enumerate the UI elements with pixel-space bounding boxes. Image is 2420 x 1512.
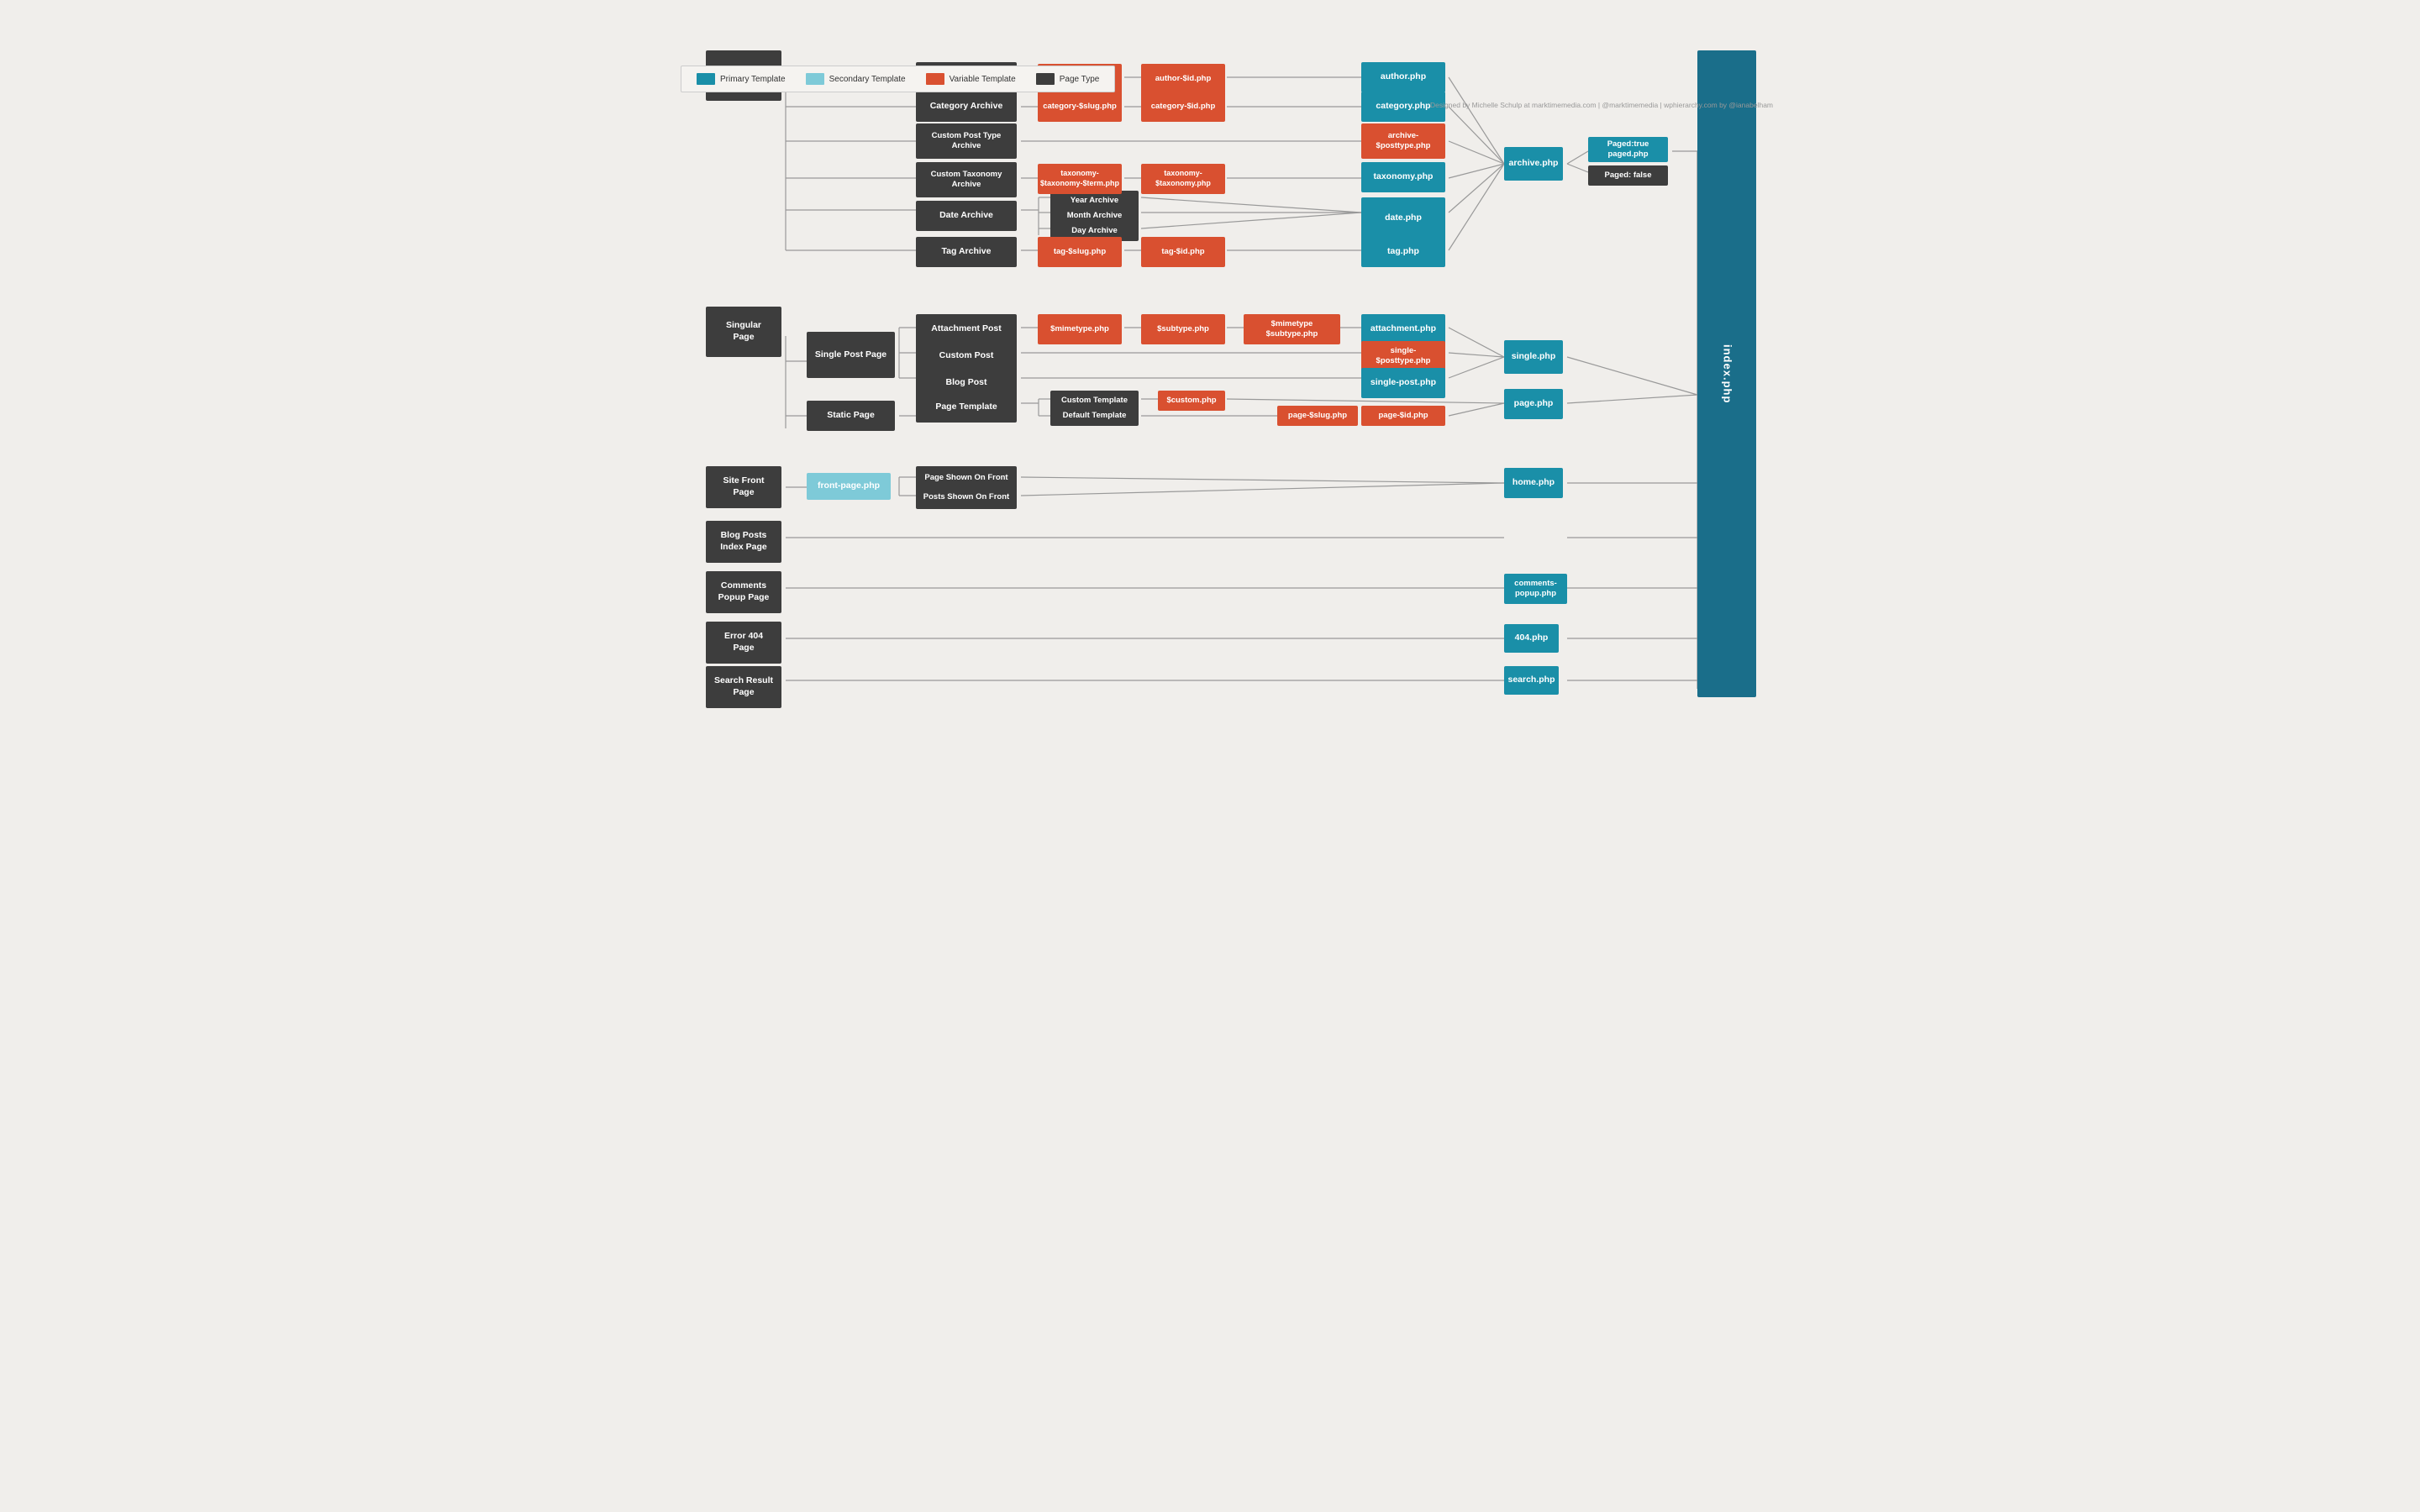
legend-pagetype-box <box>1036 73 1055 85</box>
custom-php-node: $custom.php <box>1158 391 1225 411</box>
custom-post-node: Custom Post <box>916 341 1017 371</box>
category-id-node: category-$id.php <box>1141 92 1225 122</box>
index-php-node: index.php <box>1697 50 1756 697</box>
page-php-node: page.php <box>1504 389 1563 419</box>
comments-popup-page-node: CommentsPopup Page <box>706 571 781 613</box>
legend-primary-box <box>697 73 715 85</box>
tag-archive-node: Tag Archive <box>916 237 1017 267</box>
search-php-node: search.php <box>1504 666 1559 695</box>
page-template-node: Page Template <box>916 392 1017 423</box>
category-slug-node: category-$slug.php <box>1038 92 1122 122</box>
legend-pagetype-label: Page Type <box>1060 75 1100 84</box>
archive-posttype-node: archive-$posttype.php <box>1361 123 1445 159</box>
front-page-php-node: front-page.php <box>807 473 891 500</box>
date-archive-node: Date Archive <box>916 201 1017 231</box>
site-front-page-node: Site FrontPage <box>706 466 781 508</box>
taxonomy-php-node: taxonomy.php <box>1361 162 1445 192</box>
attachment-post-node: Attachment Post <box>916 314 1017 344</box>
footer-attribution: Designed by Michelle Schulp at marktimem… <box>1430 101 1773 109</box>
error-404-php-node: 404.php <box>1504 624 1559 653</box>
page-id-node: page-$id.php <box>1361 406 1445 426</box>
single-post-page-node: Single Post Page <box>807 332 895 378</box>
custom-post-type-archive-node: Custom Post Type Archive <box>916 123 1017 159</box>
legend-pagetype: Page Type <box>1036 73 1100 85</box>
static-page-node: Static Page <box>807 401 895 431</box>
author-php-node: author.php <box>1361 62 1445 92</box>
blog-posts-index-node: Blog PostsIndex Page <box>706 521 781 563</box>
mimetype-node: $mimetype.php <box>1038 314 1122 344</box>
taxonomy-taxonomy-node: taxonomy-$taxonomy.php <box>1141 164 1225 194</box>
mimetype-subtype-node: $mimetype$subtype.php <box>1244 314 1340 344</box>
singular-page-node: SingularPage <box>706 307 781 357</box>
legend-secondary-label: Secondary Template <box>829 75 906 84</box>
tag-php-node: tag.php <box>1361 237 1445 267</box>
home-php-node: home.php <box>1504 468 1563 498</box>
single-posttype-node: single-$posttype.php <box>1361 341 1445 371</box>
custom-taxonomy-archive-node: Custom Taxonomy Archive <box>916 162 1017 197</box>
legend-variable: Variable Template <box>926 73 1016 85</box>
legend-variable-box <box>926 73 944 85</box>
posts-shown-on-front-node: Posts Shown On Front <box>916 486 1017 509</box>
paged-false-node: Paged: false <box>1588 165 1668 186</box>
archive-php-node: archive.php <box>1504 147 1563 181</box>
single-post-php-node: single-post.php <box>1361 368 1445 398</box>
legend-secondary: Secondary Template <box>806 73 906 85</box>
default-template-node: Default Template <box>1050 406 1139 426</box>
paged-true-node: Paged:truepaged.php <box>1588 137 1668 162</box>
author-id-node: author-$id.php <box>1141 64 1225 94</box>
subtype-node: $subtype.php <box>1141 314 1225 344</box>
legend-primary: Primary Template <box>697 73 786 85</box>
diagram-container: Archive Page Author Archive Category Arc… <box>639 17 1781 50</box>
legend-variable-label: Variable Template <box>950 75 1016 84</box>
category-archive-node: Category Archive <box>916 92 1017 122</box>
date-php-node: date.php <box>1361 197 1445 239</box>
taxonomy-term-node: taxonomy-$taxonomy-$term.php <box>1038 164 1122 194</box>
tag-id-node: tag-$id.php <box>1141 237 1225 267</box>
page-slug-node: page-$slug.php <box>1277 406 1358 426</box>
attachment-php-node: attachment.php <box>1361 314 1445 344</box>
legend: Primary Template Secondary Template Vari… <box>681 66 1115 92</box>
legend-secondary-box <box>806 73 824 85</box>
comments-popup-php-node: comments-popup.php <box>1504 574 1567 604</box>
tag-slug-node: tag-$slug.php <box>1038 237 1122 267</box>
error-404-page-node: Error 404Page <box>706 622 781 664</box>
legend-primary-label: Primary Template <box>720 75 786 84</box>
search-result-page-node: Search ResultPage <box>706 666 781 708</box>
single-php-node: single.php <box>1504 340 1563 374</box>
